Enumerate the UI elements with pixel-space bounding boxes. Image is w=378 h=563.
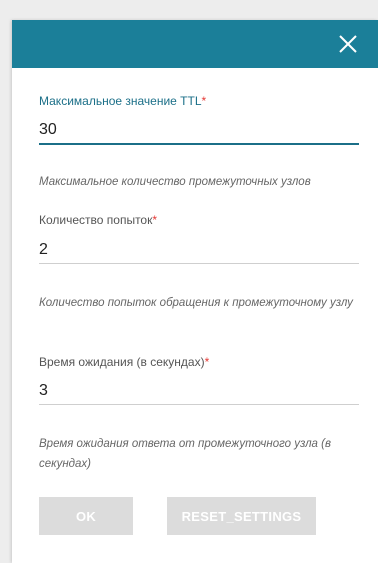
ok-button[interactable]: OK (39, 497, 133, 535)
attempts-hint: Количество попыток обращения к промежуто… (39, 297, 353, 309)
close-icon[interactable] (338, 34, 358, 54)
required-mark: * (204, 355, 210, 369)
attempts-input[interactable] (39, 237, 359, 264)
timeout-label: Время ожидания (в секундах)* (39, 355, 210, 369)
traceroute-settings-dialog: Максимальное значение TTL* Максимальное … (12, 20, 378, 563)
page-background: Максимальное значение TTL* Максимальное … (0, 0, 378, 563)
timeout-input[interactable] (39, 378, 359, 405)
attempts-label: Количество попыток* (39, 213, 158, 227)
dialog-header (12, 20, 378, 68)
timeout-hint: Время ожидания ответа от промежуточного … (39, 438, 331, 470)
required-mark: * (201, 94, 207, 108)
max-ttl-input[interactable] (39, 117, 359, 145)
required-mark: * (152, 213, 158, 227)
ttl-label: Максимальное значение TTL* (39, 94, 207, 108)
ttl-hint: Максимальное количество промежуточных уз… (39, 176, 311, 188)
reset-settings-button[interactable]: RESET_SETTINGS (167, 497, 316, 535)
